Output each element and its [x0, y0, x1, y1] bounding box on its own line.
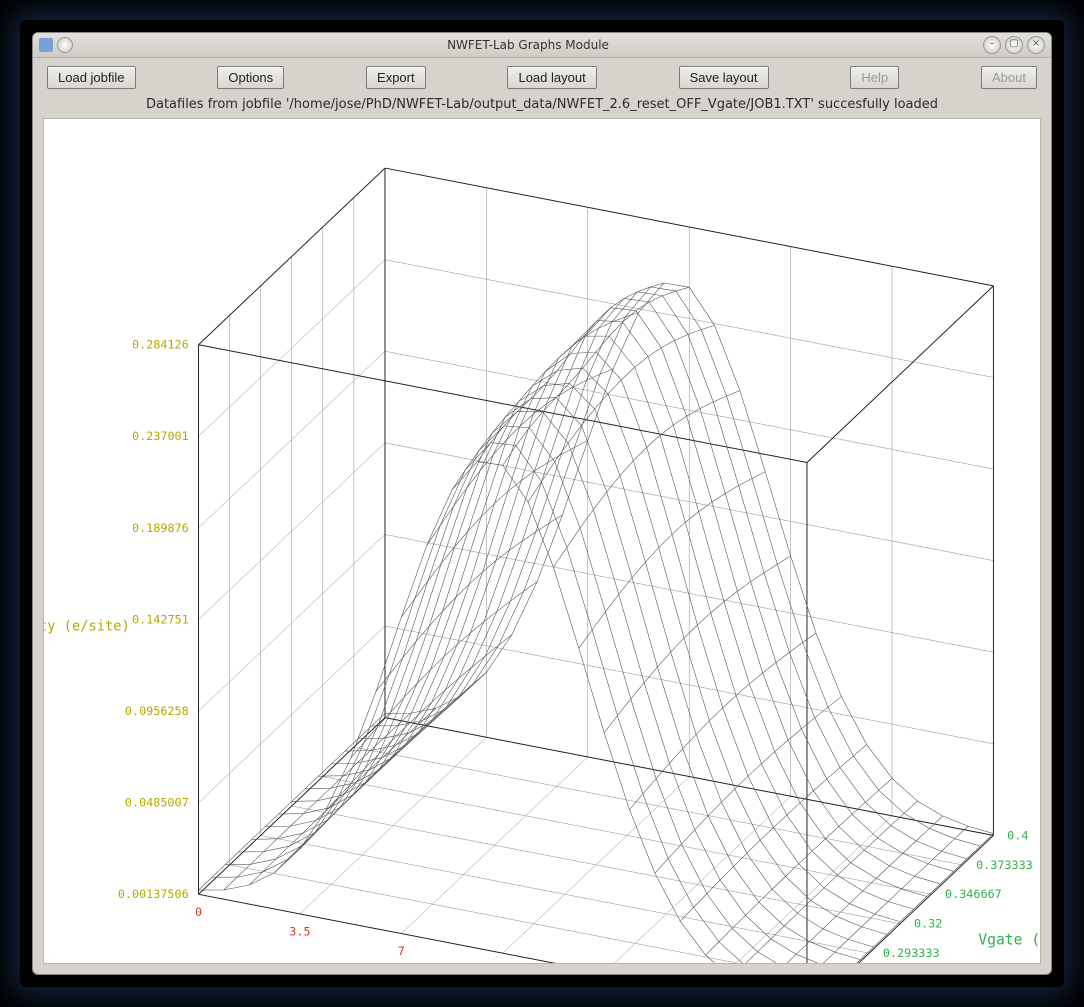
svg-text:0.4: 0.4: [1007, 828, 1028, 842]
plot-area[interactable]: 0.00137506 0.0485007 0.0956258 0.142751 0.18…: [43, 118, 1041, 964]
svg-text:0.293333: 0.293333: [883, 946, 940, 960]
svg-text:0.237001: 0.237001: [132, 429, 189, 443]
svg-text:0.32: 0.32: [914, 917, 942, 931]
help-button[interactable]: Help: [850, 66, 899, 89]
about-button[interactable]: About: [981, 66, 1037, 89]
app-window: NWFET-Lab Graphs Module – ▢ × Load jobfi…: [32, 32, 1052, 975]
titlebar: NWFET-Lab Graphs Module – ▢ ×: [33, 33, 1051, 58]
titlebar-menu-icon[interactable]: [57, 37, 73, 53]
svg-text:0.346667: 0.346667: [945, 887, 1002, 901]
svg-text:0.189876: 0.189876: [132, 521, 189, 535]
load-jobfile-button[interactable]: Load jobfile: [47, 66, 136, 89]
svg-text:3.5: 3.5: [289, 925, 310, 939]
svg-text:7: 7: [398, 944, 405, 958]
svg-text:0: 0: [195, 905, 202, 919]
maximize-button[interactable]: ▢: [1005, 36, 1023, 54]
svg-text:0.0956258: 0.0956258: [125, 704, 189, 718]
svg-text:0.0485007: 0.0485007: [125, 796, 189, 810]
toolbar: Load jobfile Options Export Load layout …: [33, 58, 1051, 95]
minimize-button[interactable]: –: [983, 36, 1001, 54]
app-icon: [39, 38, 53, 52]
save-layout-button[interactable]: Save layout: [679, 66, 769, 89]
svg-text:density (e/site): density (e/site): [44, 619, 130, 635]
close-button[interactable]: ×: [1027, 36, 1045, 54]
svg-text:0.00137506: 0.00137506: [118, 887, 189, 901]
options-button[interactable]: Options: [217, 66, 284, 89]
window-title: NWFET-Lab Graphs Module: [73, 38, 983, 52]
svg-text:0.142751: 0.142751: [132, 612, 189, 626]
surface-plot: 0.00137506 0.0485007 0.0956258 0.142751 0.18…: [44, 119, 1040, 963]
svg-text:0.373333: 0.373333: [976, 858, 1033, 872]
svg-text:0.284126: 0.284126: [132, 338, 189, 352]
status-bar: Datafiles from jobfile '/home/jose/PhD/N…: [33, 95, 1051, 118]
export-button[interactable]: Export: [366, 66, 426, 89]
svg-text:Vgate (V): Vgate (V): [978, 931, 1040, 948]
load-layout-button[interactable]: Load layout: [507, 66, 596, 89]
